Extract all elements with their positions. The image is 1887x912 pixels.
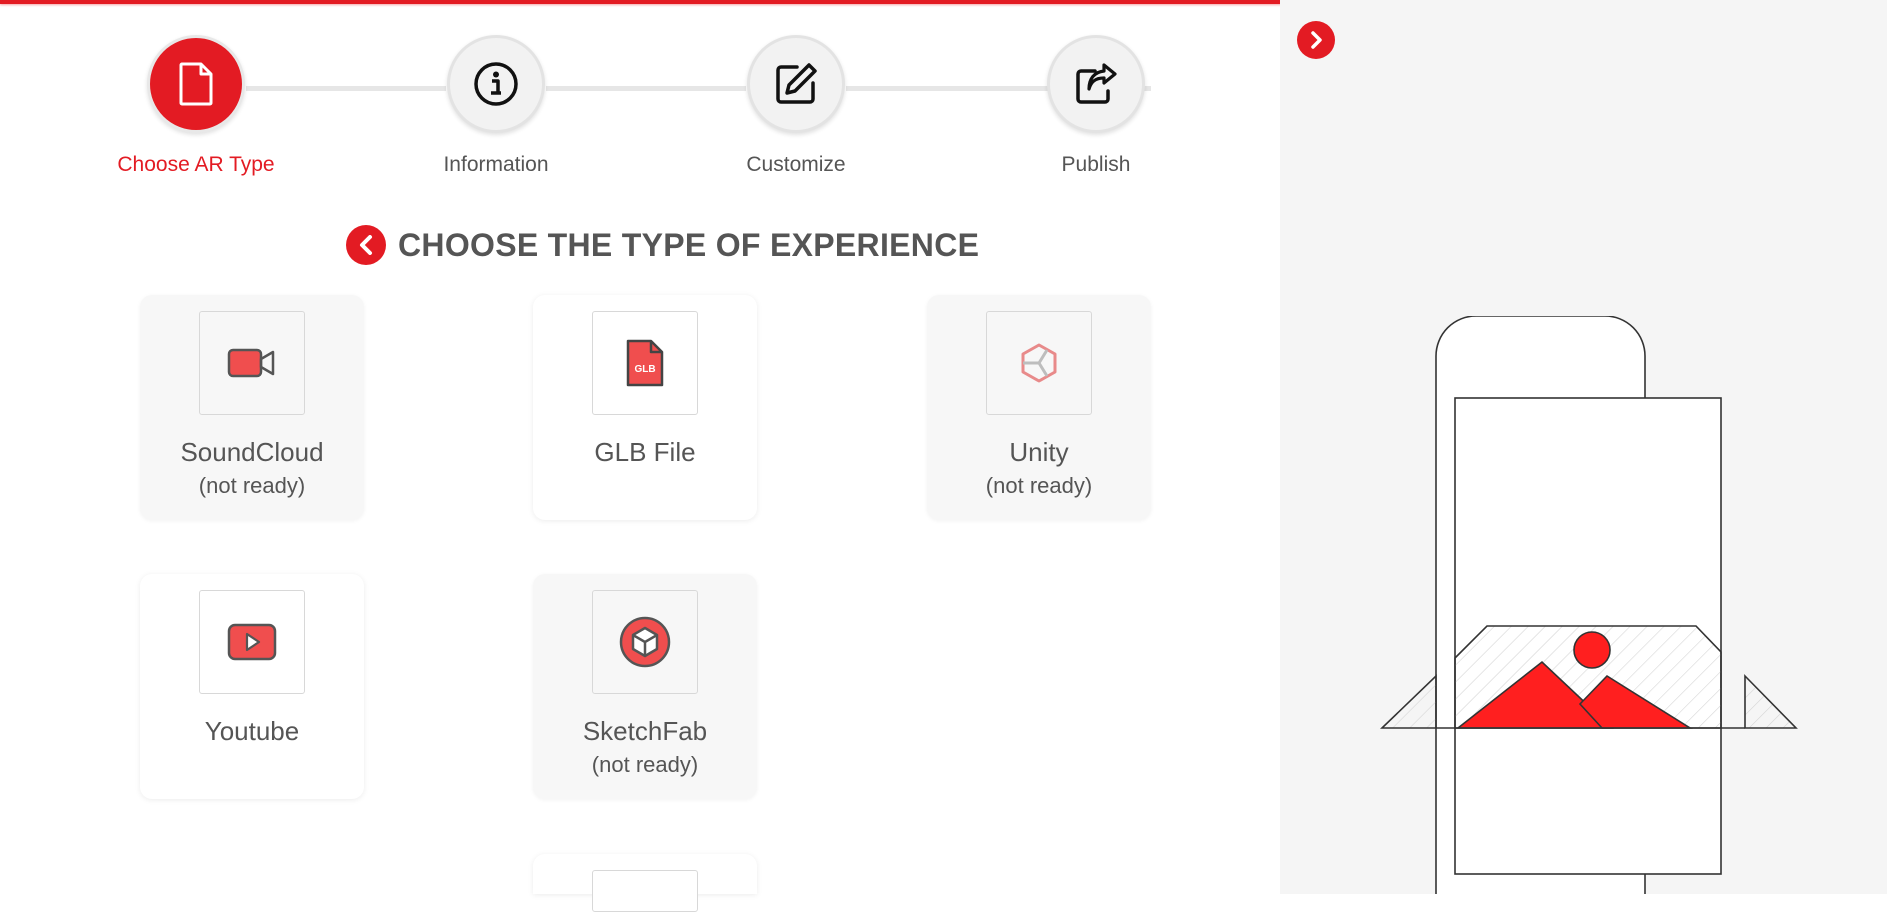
step-circle <box>147 35 245 133</box>
card-title: Unity <box>1009 437 1069 467</box>
youtube-icon <box>227 623 277 661</box>
step-circle <box>747 35 845 133</box>
sun-shape <box>1573 631 1611 669</box>
chevron-right-icon <box>1311 31 1322 49</box>
video-camera-icon <box>227 348 275 378</box>
card-icon-box <box>199 590 305 694</box>
card-icon-box: GLB <box>592 311 698 415</box>
step-publish[interactable]: Publish <box>996 35 1196 177</box>
step-information[interactable]: Information <box>396 35 596 177</box>
card-unity[interactable]: Unity (not ready) <box>927 295 1151 520</box>
card-status: (not ready) <box>985 473 1093 498</box>
step-choose-ar-type[interactable]: Choose AR Type <box>96 35 296 177</box>
main-panel: Choose AR Type Information Customize Pub… <box>0 4 1280 912</box>
card-title: Youtube <box>204 716 300 746</box>
step-circle <box>447 35 545 133</box>
step-circle <box>1047 35 1145 133</box>
card-glb-file[interactable]: GLB GLB File <box>533 295 757 520</box>
card-more[interactable] <box>533 854 757 912</box>
unity-icon <box>1021 343 1057 383</box>
card-icon-box <box>592 870 698 912</box>
card-icon-box <box>199 311 305 415</box>
share-icon <box>1076 63 1117 104</box>
file-icon <box>179 62 213 106</box>
ground-plane <box>1380 674 1437 729</box>
step-customize[interactable]: Customize <box>696 35 896 177</box>
back-button[interactable] <box>346 225 386 265</box>
card-sketchfab[interactable]: SketchFab (not ready) <box>533 574 757 799</box>
step-label: Information <box>443 153 549 176</box>
glb-file-icon: GLB <box>626 339 664 387</box>
chevron-left-icon <box>360 235 372 255</box>
card-status: (not ready) <box>591 752 699 777</box>
card-status: (not ready) <box>198 473 306 498</box>
card-youtube[interactable]: Youtube <box>140 574 364 799</box>
card-soundcloud[interactable]: SoundCloud (not ready) <box>140 295 364 520</box>
card-icon-box <box>986 311 1092 415</box>
toggle-preview-button[interactable] <box>1297 21 1335 59</box>
edit-icon <box>776 63 817 104</box>
card-title: GLB File <box>594 437 696 467</box>
page-title: CHOOSE THE TYPE OF EXPERIENCE <box>398 226 980 263</box>
card-title: SketchFab <box>582 716 708 746</box>
step-label: Publish <box>1061 153 1131 176</box>
card-icon-box <box>592 590 698 694</box>
section-heading: CHOOSE THE TYPE OF EXPERIENCE <box>346 225 979 265</box>
step-label: Customize <box>746 153 846 176</box>
svg-text:GLB: GLB <box>634 364 655 375</box>
card-title: SoundCloud <box>180 437 324 467</box>
ar-preview-illustration <box>1380 316 1798 894</box>
sketchfab-icon <box>619 616 671 668</box>
step-label: Choose AR Type <box>117 153 275 176</box>
info-icon <box>474 62 518 106</box>
